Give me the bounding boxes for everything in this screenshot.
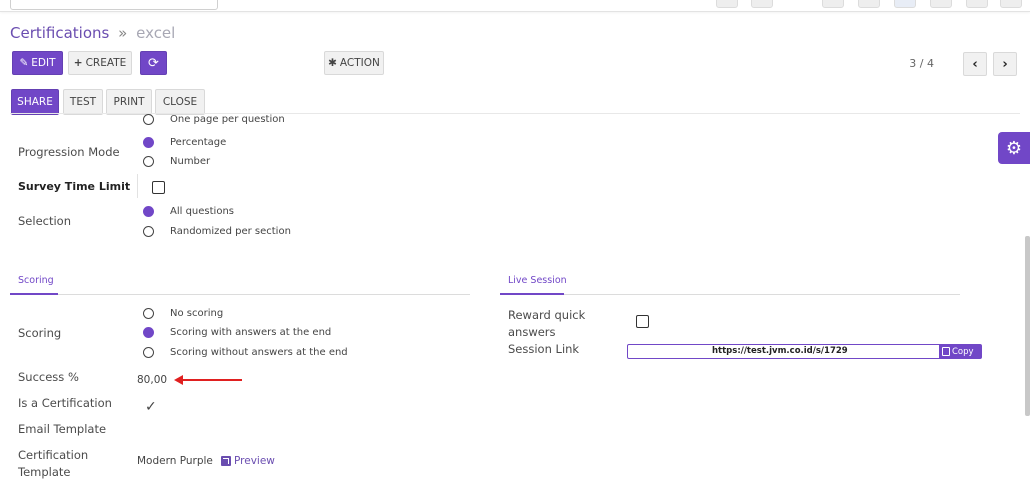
radio-option-no-scoring[interactable]: No scoring: [143, 308, 223, 319]
radio-option-label: One page per question: [170, 114, 285, 125]
action-button-label: ACTION: [339, 57, 380, 69]
scrollbar[interactable]: [1025, 236, 1030, 416]
is-certification-label: Is a Certification: [18, 396, 112, 410]
toolbar-icon[interactable]: [1000, 0, 1022, 8]
success-percent-label: Success %: [18, 370, 79, 384]
radio-icon[interactable]: [143, 347, 154, 358]
create-button-label: CREATE: [85, 57, 127, 69]
share-button[interactable]: SHARE: [11, 89, 59, 115]
chevron-left-icon: ‹: [972, 56, 978, 72]
refresh-icon: ⟳: [148, 55, 159, 71]
session-link-value[interactable]: https://test.jvm.co.id/s/1729: [712, 346, 848, 356]
copy-button[interactable]: Copy: [939, 345, 981, 358]
email-template-label: Email Template: [18, 422, 107, 436]
pencil-icon: ✎: [19, 57, 29, 69]
plus-icon: +: [73, 57, 83, 69]
preview-link[interactable]: Preview: [221, 455, 275, 467]
radio-icon[interactable]: [143, 308, 154, 319]
copy-button-label: Copy: [952, 346, 974, 357]
flag-icon[interactable]: [894, 0, 916, 8]
survey-time-limit-label: Survey Time Limit: [18, 180, 131, 193]
checkmark-icon[interactable]: ✓: [145, 399, 157, 415]
form-sheet: One page per question Progression Mode P…: [0, 114, 1020, 494]
radio-option-number[interactable]: Number: [143, 156, 210, 167]
settings-gear-button[interactable]: ⚙: [998, 132, 1030, 164]
certification-template-label-line1: Certification: [18, 448, 89, 462]
action-button[interactable]: ✱ ACTION: [324, 51, 384, 75]
edit-button[interactable]: ✎ EDIT: [12, 51, 63, 75]
radio-option-percentage[interactable]: Percentage: [143, 137, 226, 148]
scoring-label: Scoring: [18, 326, 62, 340]
gear-icon: ✱: [328, 57, 337, 69]
toolbar-icon[interactable]: [751, 0, 773, 8]
close-button-label: CLOSE: [162, 96, 198, 108]
close-button[interactable]: CLOSE: [155, 89, 205, 115]
annotation-arrow-line: [182, 379, 242, 381]
radio-icon[interactable]: [143, 156, 154, 167]
radio-option-label: Percentage: [170, 137, 227, 148]
external-link-icon: [221, 456, 231, 466]
radio-icon[interactable]: [143, 114, 154, 125]
field-divider: [137, 174, 138, 198]
copy-icon: [942, 347, 950, 356]
radio-option-label: Randomized per section: [170, 226, 291, 237]
scoring-section-underline: [10, 293, 58, 295]
success-percent-value[interactable]: 80,00: [137, 374, 167, 386]
radio-icon[interactable]: [143, 137, 154, 148]
pager-previous-button[interactable]: ‹: [963, 52, 987, 76]
live-session-section-underline: [500, 293, 564, 295]
breadcrumb-root[interactable]: Certifications: [10, 24, 109, 42]
scoring-section-line: [10, 294, 470, 295]
session-link-label: Session Link: [508, 342, 580, 356]
radio-option-label: No scoring: [170, 308, 224, 319]
radio-option-scoring-without-answers[interactable]: Scoring without answers at the end: [143, 347, 348, 358]
toolbar-icon[interactable]: [822, 0, 844, 8]
reward-quick-answers-checkbox[interactable]: [636, 315, 649, 328]
pager-next-button[interactable]: ›: [993, 52, 1017, 76]
breadcrumb-current: excel: [136, 24, 176, 42]
selection-label: Selection: [18, 214, 71, 228]
test-button-label: TEST: [69, 96, 97, 108]
breadcrumb-separator: »: [118, 24, 128, 42]
radio-option-label: All questions: [170, 206, 234, 217]
breadcrumb: Certifications » excel: [10, 24, 175, 42]
survey-time-limit-checkbox[interactable]: [152, 181, 165, 194]
create-button[interactable]: + CREATE: [68, 51, 132, 75]
live-session-section-title: Live Session: [508, 275, 567, 286]
certification-template-label-line2: Template: [18, 465, 71, 479]
certification-template-value[interactable]: Modern Purple: [137, 455, 213, 467]
toolbar-icon[interactable]: [716, 0, 738, 8]
toolbar-icon[interactable]: [930, 0, 952, 8]
radio-icon[interactable]: [143, 226, 154, 237]
radio-option-layout[interactable]: One page per question: [143, 114, 285, 125]
edit-button-label: EDIT: [31, 57, 56, 69]
toolbar-icon[interactable]: [858, 0, 880, 8]
radio-icon[interactable]: [143, 327, 154, 338]
refresh-button[interactable]: ⟳: [140, 51, 167, 75]
radio-option-randomized[interactable]: Randomized per section: [143, 226, 291, 237]
session-link-field[interactable]: https://test.jvm.co.id/s/1729 Copy: [627, 344, 982, 359]
radio-option-all-questions[interactable]: All questions: [143, 206, 234, 217]
gear-icon: ⚙: [1005, 137, 1023, 159]
print-button[interactable]: PRINT: [106, 89, 152, 115]
radio-option-label: Scoring without answers at the end: [170, 347, 348, 358]
test-button[interactable]: TEST: [63, 89, 103, 115]
toolbar-icon[interactable]: [966, 0, 988, 8]
top-navbar: [0, 0, 1030, 12]
search-input[interactable]: [10, 0, 218, 10]
chevron-right-icon: ›: [1002, 56, 1008, 72]
pager-value[interactable]: 3 / 4: [909, 57, 934, 70]
progression-mode-label: Progression Mode: [18, 145, 120, 159]
preview-link-label: Preview: [234, 455, 275, 467]
scoring-section-title: Scoring: [18, 275, 54, 286]
reward-quick-answers-label-line1: Reward quick: [508, 308, 586, 322]
print-button-label: PRINT: [113, 96, 145, 108]
live-session-section-line: [500, 294, 960, 295]
radio-option-scoring-with-answers[interactable]: Scoring with answers at the end: [143, 327, 331, 338]
share-button-label: SHARE: [17, 96, 53, 108]
radio-option-label: Number: [170, 156, 211, 167]
radio-icon[interactable]: [143, 206, 154, 217]
radio-option-label: Scoring with answers at the end: [170, 327, 332, 338]
reward-quick-answers-label-line2: answers: [508, 325, 556, 339]
